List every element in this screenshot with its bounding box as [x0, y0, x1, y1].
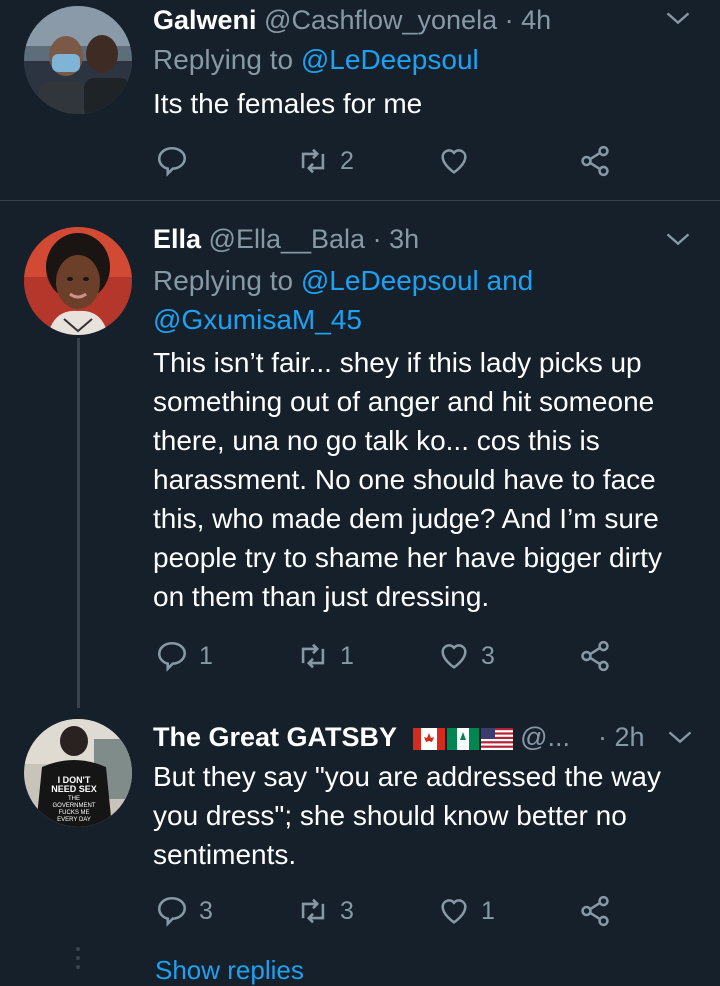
tweet-text: Its the females for me — [153, 84, 698, 123]
user-handle[interactable]: @Cashflow_yonela — [264, 5, 497, 35]
chevron-down-icon[interactable] — [666, 723, 694, 751]
avatar[interactable] — [24, 6, 132, 114]
reply-icon — [157, 146, 187, 177]
tweet-text-line: on them than just dressing. — [153, 581, 490, 612]
usa-flag-icon — [480, 727, 513, 750]
tweet-text-line: harassment. No one should have to face — [153, 464, 656, 495]
separator-dot: · — [598, 722, 607, 752]
like-button[interactable]: 3 — [437, 639, 495, 673]
retweet-count: 3 — [340, 896, 354, 925]
display-name[interactable]: Galweni — [153, 5, 257, 35]
mention-link[interactable]: @GxumisaM_45 — [153, 300, 673, 339]
avatar[interactable] — [24, 227, 132, 335]
timestamp[interactable]: 3h — [389, 224, 419, 254]
tweet-1[interactable]: Galweni @Cashflow_yonela · 4h Replying t… — [0, 0, 720, 200]
retweet-button[interactable]: 2 — [296, 144, 354, 178]
like-icon — [441, 149, 467, 174]
reply-button[interactable] — [155, 144, 199, 178]
tweet-text-line: This isn’t fair... shey if this lady pic… — [153, 347, 642, 378]
like-count: 3 — [481, 641, 495, 670]
display-name[interactable]: The Great GATSBY — [153, 722, 397, 752]
tweet-text: This isn’t fair... shey if this lady pic… — [153, 343, 698, 616]
display-name[interactable]: Ella — [153, 224, 201, 254]
reply-icon — [157, 641, 187, 672]
replying-prefix: Replying to — [153, 265, 294, 296]
mention-link[interactable]: @LeDeepsoul — [301, 44, 479, 75]
tweet-header: The Great GATSBY @... — [153, 720, 600, 754]
share-icon — [581, 640, 609, 672]
flag-emojis — [412, 727, 513, 750]
tweet-text-line: But they say "you are addressed the way — [153, 761, 662, 792]
tweet-text-line: something out of anger and hit someone — [153, 386, 655, 417]
retweet-icon — [301, 148, 325, 174]
mention-link[interactable]: @LeDeepsoul and — [301, 265, 533, 296]
like-button[interactable]: 1 — [437, 894, 495, 928]
tweet-text-line: people try to shame her have bigger dirt… — [153, 542, 662, 573]
svg-text:NEED SEX: NEED SEX — [51, 784, 97, 794]
retweet-count: 1 — [340, 641, 354, 670]
user-handle[interactable]: @Ella__Bala — [209, 224, 366, 254]
tweet-text-line: you dress"; she should know better no — [153, 800, 627, 831]
retweet-icon — [301, 898, 325, 924]
tweet-header: Galweni @Cashflow_yonela · 4h — [153, 3, 670, 37]
separator-dot: · — [372, 224, 382, 254]
reply-button[interactable]: 1 — [155, 639, 213, 673]
retweet-count: 2 — [340, 146, 354, 175]
replying-to: Replying to @LeDeepsoul and @GxumisaM_45 — [153, 261, 673, 339]
reply-button[interactable]: 3 — [155, 894, 213, 928]
chevron-down-icon[interactable] — [664, 225, 692, 253]
share-button[interactable] — [578, 144, 612, 178]
timestamp[interactable]: 2h — [615, 722, 645, 752]
tweet-text-line: sentiments. — [153, 839, 297, 870]
svg-text:FUCKS ME: FUCKS ME — [58, 810, 89, 816]
show-replies-link[interactable]: Show replies — [155, 955, 304, 986]
share-icon — [581, 145, 609, 177]
user-handle[interactable]: @... — [520, 722, 570, 752]
tweet-text: But they say "you are addressed the way … — [153, 757, 698, 874]
svg-text:EVERY DAY: EVERY DAY — [57, 817, 91, 823]
tweet-2[interactable]: Ella @Ella__Bala · 3h Replying to @LeDee… — [0, 201, 720, 701]
share-button[interactable] — [578, 639, 612, 673]
like-icon — [441, 899, 467, 924]
svg-text:THE: THE — [68, 796, 80, 802]
like-icon — [441, 644, 467, 669]
retweet-icon — [301, 643, 325, 669]
tweet-text-line: this, who made dem judge? And I’m sure — [153, 503, 659, 534]
reply-icon — [157, 896, 187, 927]
replying-to: Replying to @LeDeepsoul — [153, 40, 673, 79]
avatar[interactable]: I DON'T NEED SEX THE GOVERNMENT FUCKS ME… — [24, 719, 132, 827]
share-icon — [581, 895, 609, 927]
svg-text:GOVERNMENT: GOVERNMENT — [52, 803, 95, 809]
tweet-text-line: Its the females for me — [153, 88, 423, 119]
nigeria-flag-icon — [446, 727, 479, 750]
reply-count: 3 — [199, 896, 213, 925]
tweet-3[interactable]: I DON'T NEED SEX THE GOVERNMENT FUCKS ME… — [0, 701, 720, 985]
replying-prefix: Replying to — [153, 44, 294, 75]
retweet-button[interactable]: 3 — [296, 894, 354, 928]
separator-dot: · — [504, 5, 514, 35]
tweet-text-line: there, una no go talk ko... cos this is — [153, 425, 600, 456]
like-button[interactable] — [437, 144, 481, 178]
chevron-down-icon[interactable] — [664, 4, 692, 32]
timestamp[interactable]: 4h — [521, 5, 551, 35]
canada-flag-icon — [412, 727, 445, 750]
like-count: 1 — [481, 896, 495, 925]
tweet-header: Ella @Ella__Bala · 3h — [153, 222, 670, 256]
share-button[interactable] — [578, 894, 612, 928]
reply-count: 1 — [199, 641, 213, 670]
thread-dots — [75, 947, 81, 969]
retweet-button[interactable]: 1 — [296, 639, 354, 673]
